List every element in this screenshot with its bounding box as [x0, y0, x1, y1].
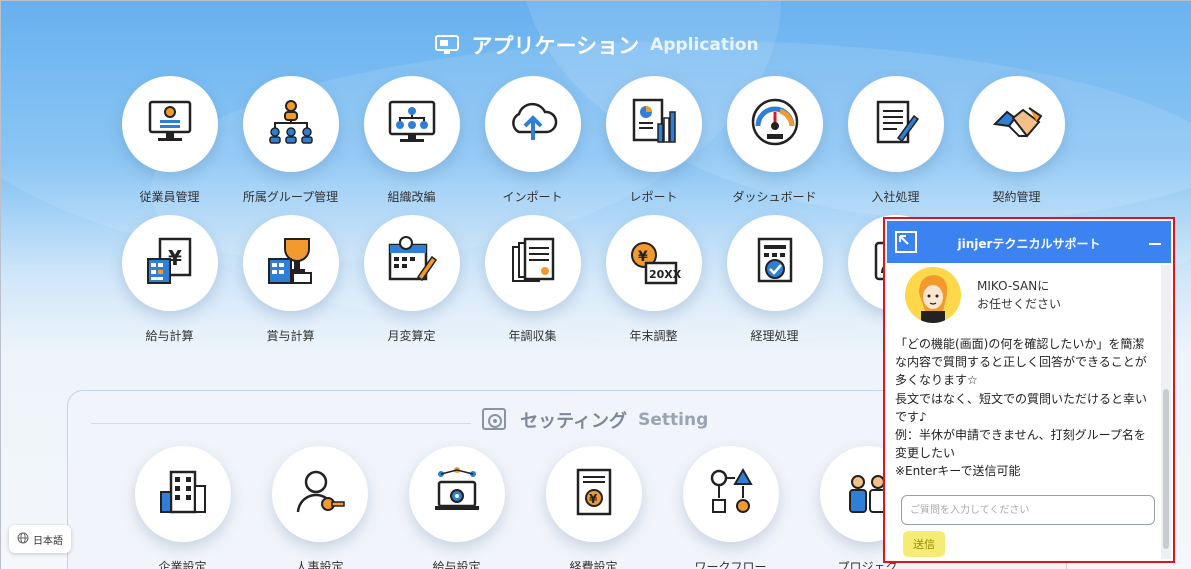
building-icon — [155, 464, 211, 524]
setting-tile-label: 経費設定 — [569, 560, 618, 569]
setting-section-title: セッティング Setting — [481, 407, 708, 433]
language-switch-button[interactable]: 日本語 — [9, 525, 71, 553]
application-section-title: アプリケーション Application — [1, 30, 1191, 60]
setting-tile-label: 企業設定 — [158, 560, 207, 569]
application-title-en: Application — [650, 35, 759, 55]
app-tile-contract[interactable]: 契約管理 — [956, 76, 1077, 205]
setting-tile-label: 給与設定 — [432, 560, 481, 569]
bot-avatar — [905, 267, 961, 323]
app-tile-group[interactable]: 所属グループ管理 — [230, 76, 351, 205]
chat-question-input[interactable] — [901, 495, 1155, 525]
report-chart-icon — [626, 94, 682, 154]
app-tile-onboarding[interactable]: 入社処理 — [835, 76, 956, 205]
app-tile-report[interactable]: レポート — [593, 76, 714, 205]
setting-tile-company[interactable]: 企業設定 — [122, 446, 243, 569]
app-tile-label: 年末調整 — [629, 329, 678, 343]
app-tile-payroll[interactable]: ¥ 給与計算 — [109, 215, 230, 344]
app-tile-import[interactable]: インポート — [472, 76, 593, 205]
app-tile-accounting[interactable]: 経理処理 — [714, 215, 835, 344]
setting-divider — [91, 423, 471, 424]
setting-tile-expense[interactable]: ¥ 経費設定 — [533, 446, 654, 569]
app-tile-year-end-collect[interactable]: 年調収集 — [472, 215, 593, 344]
setting-tile-payroll[interactable]: 給与設定 — [396, 446, 517, 569]
gauge-icon — [747, 94, 803, 154]
app-tile-label: 賞与計算 — [266, 329, 315, 343]
trophy-calculator-icon — [263, 233, 319, 293]
svg-text:20XX: 20XX — [649, 268, 682, 281]
app-tile-year-end-adjust[interactable]: ¥20XX 年末調整 — [593, 215, 714, 344]
employee-monitor-icon — [142, 94, 198, 154]
documents-stack-icon — [505, 233, 561, 293]
app-tile-bonus[interactable]: 賞与計算 — [230, 215, 351, 344]
svg-text:¥: ¥ — [589, 492, 598, 506]
accounting-check-icon — [747, 233, 803, 293]
org-group-icon — [263, 94, 319, 154]
send-button[interactable]: 送信 — [903, 531, 945, 557]
chat-header: jinjerテクニカルサポート — [887, 221, 1171, 263]
yen-document-icon: ¥ — [566, 464, 622, 524]
calendar-pen-icon — [384, 233, 440, 293]
app-tile-dashboard[interactable]: ダッシュボード — [714, 76, 835, 205]
app-tile-label: 契約管理 — [992, 190, 1041, 204]
app-tile-label: 年調収集 — [508, 329, 557, 343]
app-tile-label: 組織改編 — [387, 190, 436, 204]
chat-scrollbar-thumb[interactable] — [1163, 389, 1169, 549]
setting-title-jp: セッティング — [520, 411, 628, 432]
setting-tile-hr[interactable]: 人事設定 — [259, 446, 380, 569]
setting-tile-workflow[interactable]: ワークフロー — [670, 446, 791, 569]
app-tile-label: 所属グループ管理 — [242, 190, 339, 204]
setting-title-en: Setting — [638, 410, 709, 430]
monitor-icon — [434, 34, 460, 56]
bot-name: MIKO-SANに お任せください — [977, 279, 1062, 311]
settings-gear-icon — [481, 407, 509, 433]
workflow-icon — [703, 464, 759, 524]
app-tile-label: 給与計算 — [145, 329, 194, 343]
globe-icon — [17, 532, 29, 547]
year-end-icon: ¥20XX — [626, 233, 682, 293]
bot-message: 「どの機能(画面)の何を確認したいか」を簡潔 な内容で質問すると正しく回答ができ… — [895, 337, 1148, 479]
app-tile-monthly-revision[interactable]: 月変算定 — [351, 215, 472, 344]
app-tile-employee[interactable]: 従業員管理 — [109, 76, 230, 205]
application-title-jp: アプリケーション — [471, 34, 640, 58]
app-tile-reorganize[interactable]: 組織改編 — [351, 76, 472, 205]
app-tile-label: インポート — [502, 190, 563, 204]
org-chart-icon — [384, 94, 440, 154]
yen-calculator-icon: ¥ — [142, 233, 198, 293]
handshake-icon — [989, 94, 1045, 154]
chat-title: jinjerテクニカルサポート — [957, 237, 1101, 251]
app-tile-label: 従業員管理 — [139, 190, 200, 204]
cloud-upload-icon — [505, 94, 561, 154]
support-chat-widget: jinjerテクニカルサポート MIKO-SANに お任せください 「どの機能(… — [883, 217, 1175, 563]
setting-tile-label: 人事設定 — [295, 560, 344, 569]
language-label: 日本語 — [33, 535, 63, 547]
laptop-gear-icon — [429, 464, 485, 524]
minimize-icon[interactable] — [1149, 243, 1161, 245]
app-tile-label: レポート — [629, 190, 678, 204]
document-pen-icon — [868, 94, 924, 154]
app-tile-label: 経理処理 — [750, 329, 799, 343]
person-key-icon — [292, 464, 348, 524]
app-tile-label: ダッシュボード — [732, 190, 817, 204]
app-tile-label: 入社処理 — [871, 190, 920, 204]
setting-tile-label: ワークフロー — [694, 560, 767, 569]
app-tile-label: 月変算定 — [387, 329, 436, 343]
